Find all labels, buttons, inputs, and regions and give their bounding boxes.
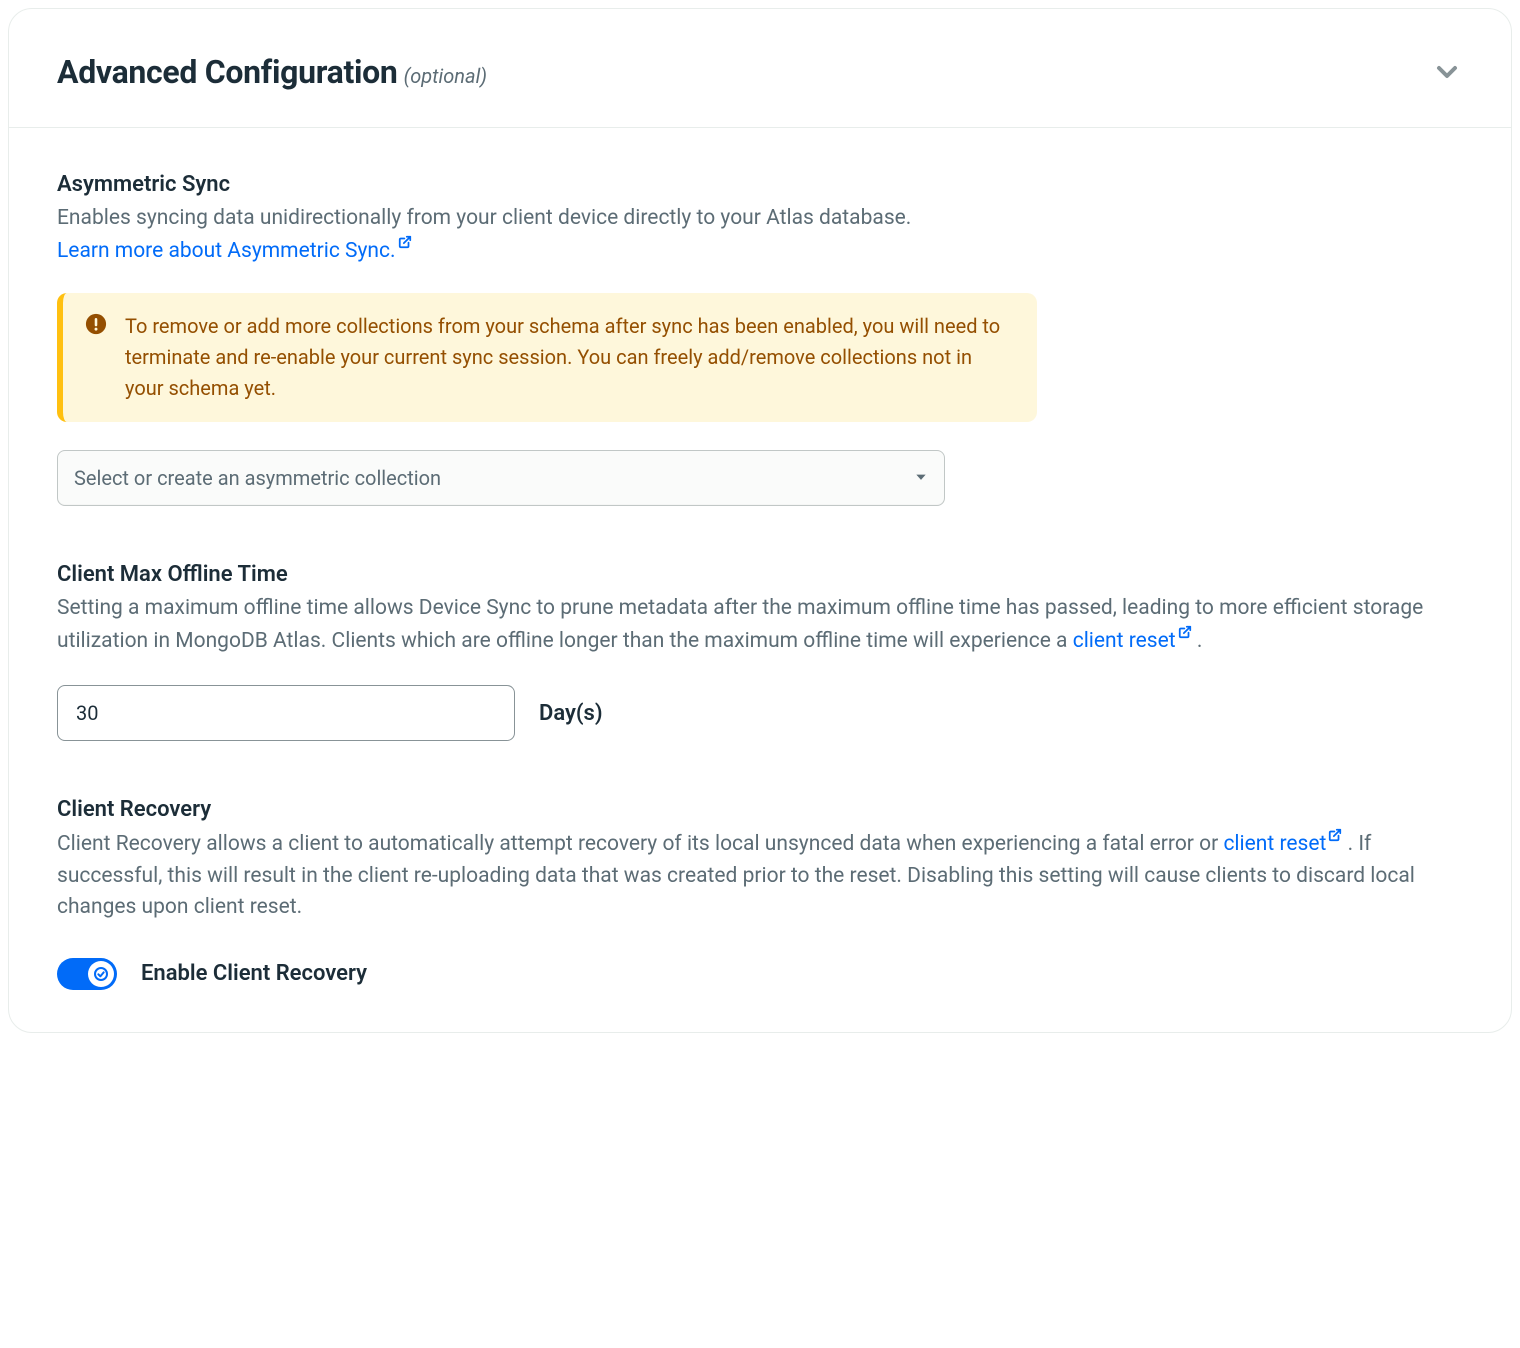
warning-icon <box>85 313 107 404</box>
asymmetric-collection-select[interactable]: Select or create an asymmetric collectio… <box>57 450 945 506</box>
external-link-icon <box>1178 625 1192 639</box>
client-reset-link-recovery[interactable]: client reset <box>1223 832 1342 856</box>
learn-more-asymmetric-link[interactable]: Learn more about Asymmetric Sync. <box>57 239 412 263</box>
client-recovery-description: Client Recovery allows a client to autom… <box>57 828 1463 924</box>
caret-down-icon <box>914 469 928 488</box>
enable-client-recovery-label: Enable Client Recovery <box>141 961 367 986</box>
asymmetric-sync-description: Enables syncing data unidirectionally fr… <box>57 203 1463 267</box>
client-reset-text: client reset <box>1223 832 1326 856</box>
external-link-icon <box>1328 828 1342 842</box>
card-header[interactable]: Advanced Configuration (optional) <box>9 9 1511 128</box>
asymmetric-sync-section: Asymmetric Sync Enables syncing data uni… <box>57 172 1463 506</box>
card-body: Asymmetric Sync Enables syncing data uni… <box>9 128 1511 1032</box>
asymmetric-sync-desc-text: Enables syncing data unidirectionally fr… <box>57 206 911 230</box>
client-reset-link-offline[interactable]: client reset <box>1073 629 1192 653</box>
asymmetric-collection-select-wrap: Select or create an asymmetric collectio… <box>57 450 945 506</box>
card-subtitle-optional: (optional) <box>404 64 487 88</box>
client-reset-text: client reset <box>1073 629 1176 653</box>
client-recovery-toggle-row: Enable Client Recovery <box>57 958 1463 990</box>
offline-desc-post: . <box>1192 629 1203 653</box>
offline-desc-pre: Setting a maximum offline time allows De… <box>57 596 1423 653</box>
select-placeholder: Select or create an asymmetric collectio… <box>74 466 441 490</box>
recovery-desc-pre: Client Recovery allows a client to autom… <box>57 832 1223 856</box>
asymmetric-sync-warning-alert: To remove or add more collections from y… <box>57 293 1037 422</box>
card-title: Advanced Configuration <box>57 53 398 91</box>
client-recovery-title: Client Recovery <box>57 797 1463 822</box>
warning-text: To remove or add more collections from y… <box>125 311 1009 404</box>
external-link-icon <box>398 235 412 249</box>
max-offline-days-input[interactable] <box>57 685 515 741</box>
client-max-offline-description: Setting a maximum offline time allows De… <box>57 593 1463 657</box>
asymmetric-sync-title: Asymmetric Sync <box>57 172 1463 197</box>
days-unit-label: Day(s) <box>539 701 603 726</box>
client-max-offline-section: Client Max Offline Time Setting a maximu… <box>57 562 1463 741</box>
client-recovery-section: Client Recovery Client Recovery allows a… <box>57 797 1463 990</box>
toggle-knob <box>88 961 114 987</box>
offline-input-row: Day(s) <box>57 685 1463 741</box>
client-max-offline-title: Client Max Offline Time <box>57 562 1463 587</box>
card-title-group: Advanced Configuration (optional) <box>57 53 487 91</box>
enable-client-recovery-toggle[interactable] <box>57 958 117 990</box>
advanced-configuration-card: Advanced Configuration (optional) Asymme… <box>8 8 1512 1033</box>
learn-more-text: Learn more about Asymmetric Sync. <box>57 239 396 263</box>
chevron-down-icon[interactable] <box>1431 56 1463 88</box>
